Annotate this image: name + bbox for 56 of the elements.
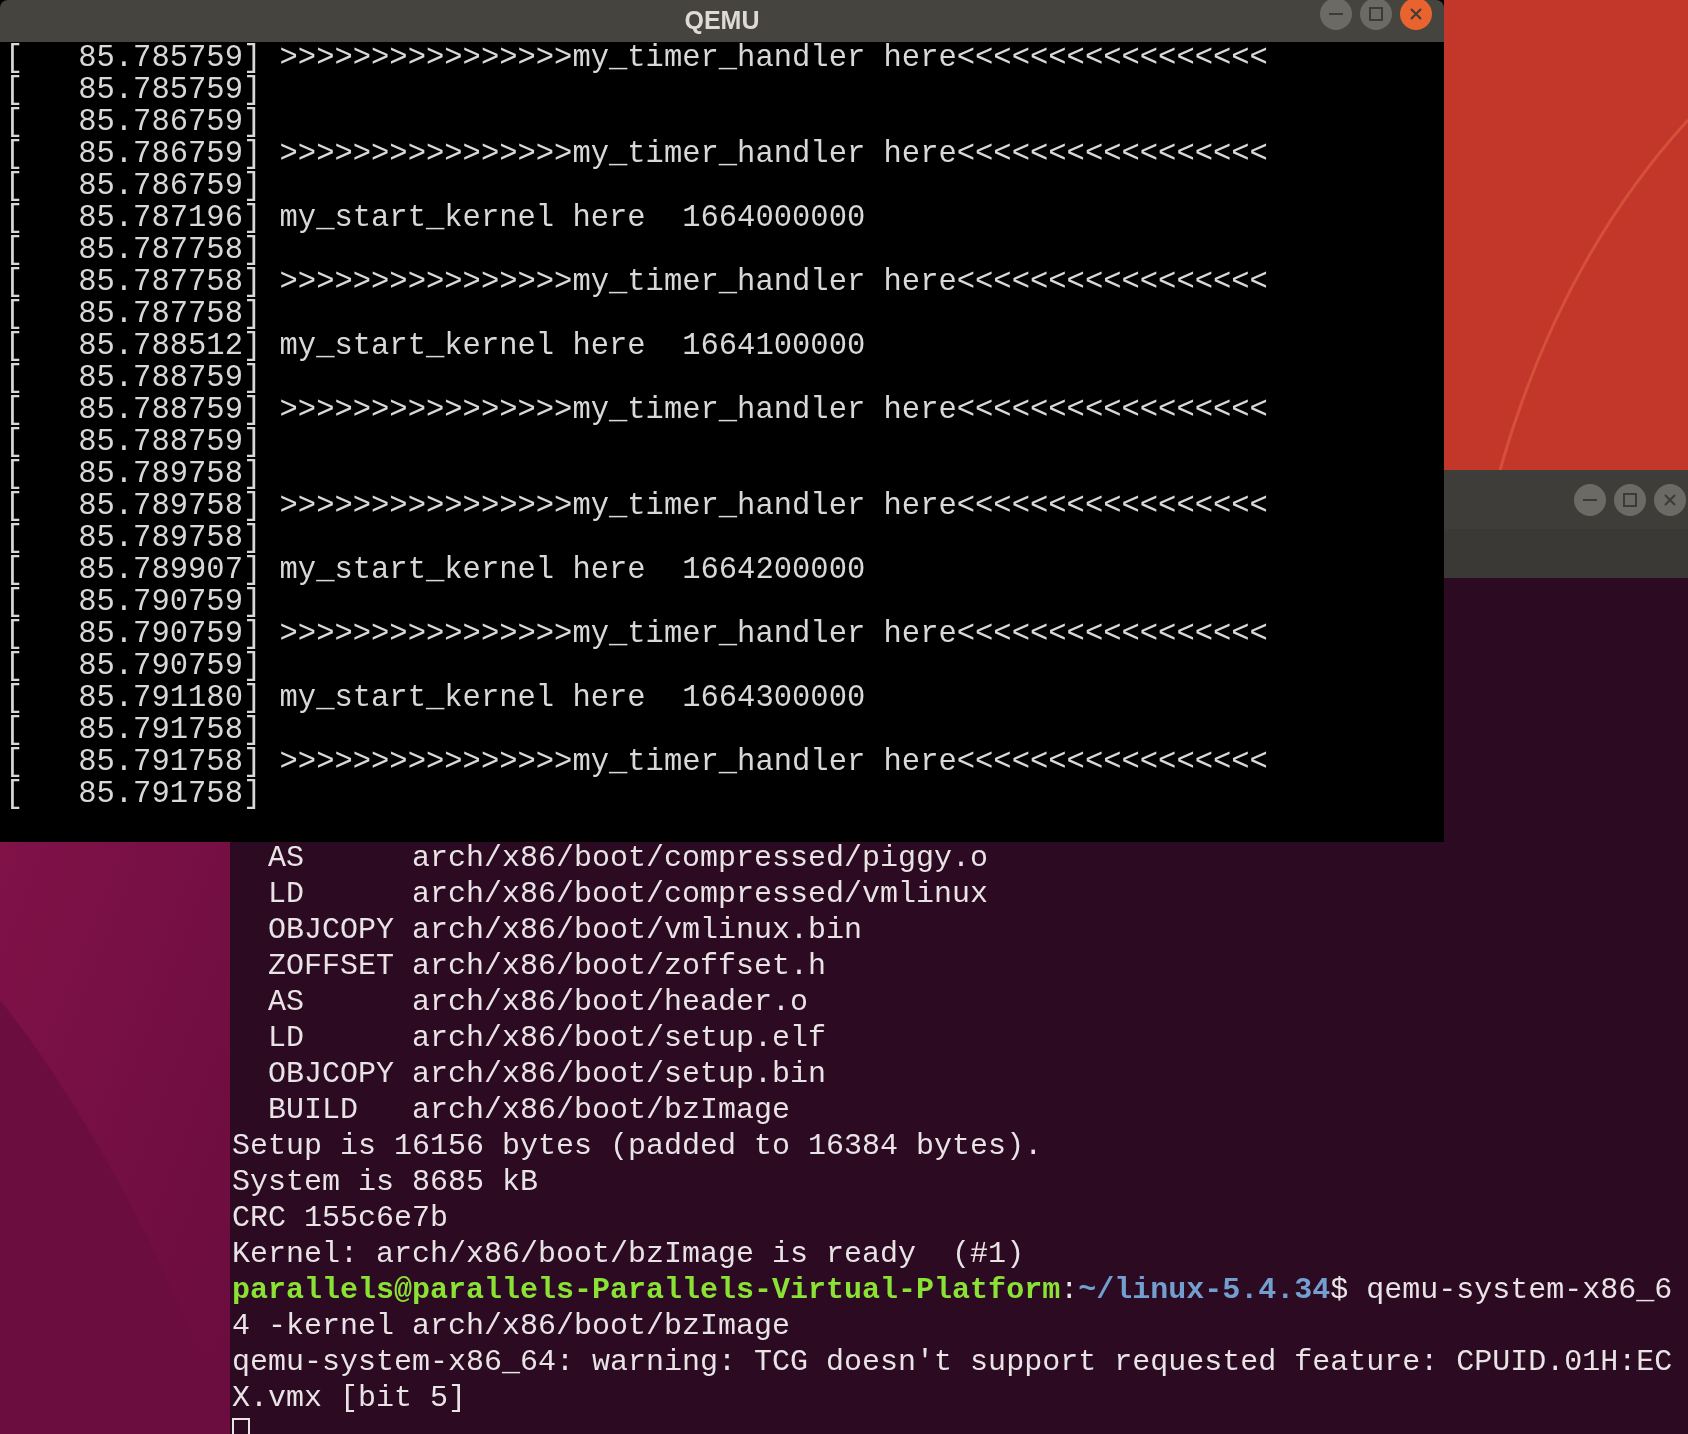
terminal-line: AS arch/x86/boot/header.o <box>267 984 809 1020</box>
close-button[interactable] <box>1654 483 1686 516</box>
minimize-icon <box>1583 498 1597 501</box>
terminal-line: CRC 155c6e7b <box>232 1200 449 1236</box>
console-line: [ 85.787758] <box>5 298 262 330</box>
console-line: [ 85.787196] my_start_kernel here 1664000000 <box>5 202 866 234</box>
prompt-command: $ qemu-system-x86_6 <box>1330 1272 1673 1308</box>
minimize-icon <box>1329 13 1343 15</box>
terminal-line: qemu-system-x86_64: warning: TCG doesn't support requested feature: CPUID.01H:EC <box>232 1344 1673 1380</box>
console-line: [ 85.787758] <box>5 234 262 266</box>
terminal-line: OBJCOPY arch/x86/boot/setup.bin <box>267 1056 827 1092</box>
prompt-separator: : <box>1060 1272 1079 1308</box>
terminal-line: Setup is 16156 bytes (padded to 16384 bytes). <box>232 1128 1043 1164</box>
terminal-line: LD arch/x86/boot/setup.elf <box>267 1020 827 1056</box>
terminal-line: AS arch/x86/boot/compressed/piggy.o <box>267 840 989 876</box>
console-line: [ 85.790759] <box>5 650 262 682</box>
console-line: [ 85.785759] <box>5 74 262 106</box>
terminal-line: ZOFFSET arch/x86/boot/zoffset.h <box>267 948 827 984</box>
console-line: [ 85.785759] >>>>>>>>>>>>>>>>my_timer_handler here<<<<<<<<<<<<<<<<< <box>5 42 1268 74</box>
console-line: [ 85.788759] >>>>>>>>>>>>>>>>my_timer_handler here<<<<<<<<<<<<<<<<< <box>5 394 1268 426</box>
terminal-line: LD arch/x86/boot/compressed/vmlinux <box>267 876 989 912</box>
console-line: [ 85.791758] >>>>>>>>>>>>>>>>my_timer_handler here<<<<<<<<<<<<<<<<< <box>5 746 1268 778</box>
console-line: [ 85.788512] my_start_kernel here 1664100000 <box>5 330 866 362</box>
console-line: [ 85.788759] <box>5 362 262 394</box>
console-line: [ 85.791758] <box>5 778 262 810</box>
console-line: [ 85.786759] >>>>>>>>>>>>>>>>my_timer_handler here<<<<<<<<<<<<<<<<< <box>5 138 1268 170</box>
console-line: [ 85.790759] <box>5 586 262 618</box>
minimize-button[interactable] <box>1320 0 1352 30</box>
terminal-line: OBJCOPY arch/x86/boot/vmlinux.bin <box>267 912 863 948</box>
console-line: [ 85.789907] my_start_kernel here 1664200000 <box>5 554 866 586</box>
terminal-line: System is 8685 kB <box>232 1164 539 1200</box>
console-line: [ 85.791758] <box>5 714 262 746</box>
close-icon <box>1664 493 1676 506</box>
maximize-icon <box>1369 7 1383 21</box>
maximize-button[interactable] <box>1614 483 1646 516</box>
window-title: QEMU <box>684 5 760 37</box>
prompt-path: ~/linux-5.4.34 <box>1078 1272 1331 1308</box>
console-line: [ 85.786759] <box>5 106 262 138</box>
terminal-line: BUILD arch/x86/boot/bzImage <box>267 1092 791 1128</box>
minimize-button[interactable] <box>1574 483 1606 516</box>
console-line: [ 85.787758] >>>>>>>>>>>>>>>>my_timer_handler here<<<<<<<<<<<<<<<<< <box>5 266 1268 298</box>
maximize-icon <box>1623 492 1637 507</box>
console-line: [ 85.788759] <box>5 426 262 458</box>
terminal-line: Kernel: arch/x86/boot/bzImage is ready (#1) <box>232 1236 1025 1272</box>
close-button[interactable] <box>1400 0 1432 30</box>
terminal-line: 4 -kernel arch/x86/boot/bzImage <box>232 1308 791 1344</box>
console-line: [ 85.789758] <box>5 458 262 490</box>
console-line: [ 85.791180] my_start_kernel here 1664300000 <box>5 682 866 714</box>
console-line: [ 85.790759] >>>>>>>>>>>>>>>>my_timer_handler here<<<<<<<<<<<<<<<<< <box>5 618 1268 650</box>
console-line: [ 85.786759] <box>5 170 262 202</box>
console-line: [ 85.789758] <box>5 522 262 554</box>
console-line: [ 85.789758] >>>>>>>>>>>>>>>>my_timer_handler here<<<<<<<<<<<<<<<<< <box>5 490 1268 522</box>
prompt-user: parallels@parallels-Parallels-Virtual-Platform <box>232 1272 1061 1308</box>
close-icon <box>1410 8 1422 20</box>
maximize-button[interactable] <box>1360 0 1392 30</box>
terminal-line: X.vmx [bit 5] <box>232 1380 467 1416</box>
